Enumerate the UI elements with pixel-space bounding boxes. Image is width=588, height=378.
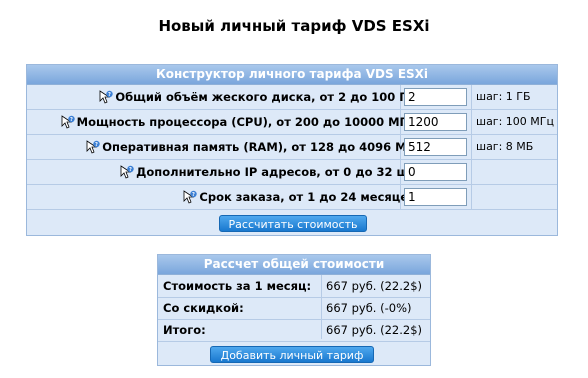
ram-input[interactable]: 512 (404, 138, 467, 156)
ram-row: ? Оперативная память (RAM), от 128 до 40… (27, 135, 557, 159)
svg-text:?: ? (129, 167, 132, 173)
svg-text:?: ? (192, 192, 195, 198)
discount-value: 667 руб. (-0%) (326, 301, 412, 315)
ip-count-input[interactable]: 0 (404, 163, 467, 181)
cpu-label: Мощность процессора (CPU), от 200 до 100… (76, 115, 420, 129)
disk-label: Общий объём жеского диска, от 2 до 100 Г… (115, 90, 420, 104)
help-cursor-icon[interactable]: ? (86, 138, 100, 154)
total-value: 667 руб. (22.2$) (326, 323, 423, 337)
discount-row: Со скидкой: 667 руб. (-0%) (158, 298, 430, 318)
order-term-input[interactable]: 1 (404, 188, 467, 206)
cpu-step: шаг: 100 МГц (476, 115, 554, 128)
cpu-power-input[interactable]: 1200 (404, 113, 467, 131)
help-cursor-icon[interactable]: ? (120, 163, 134, 179)
monthly-cost-row: Стоимость за 1 месяц: 667 руб. (22.2$) (158, 276, 430, 296)
term-label: Срок заказа, от 1 до 24 месяцев: (199, 190, 420, 204)
calculate-cost-button[interactable]: Рассчитать стоимость (219, 215, 367, 232)
cpu-row: ? Мощность процессора (CPU), от 200 до 1… (27, 110, 557, 134)
ip-label: Дополнительно IP адресов, от 0 до 32 шт: (136, 165, 420, 179)
monthly-cost-label: Стоимость за 1 месяц: (163, 279, 312, 293)
svg-text:?: ? (70, 117, 73, 123)
monthly-cost-value: 667 руб. (22.2$) (326, 279, 423, 293)
constructor-header: Конструктор личного тарифа VDS ESXi (27, 65, 557, 85)
disk-row: ? Общий объём жеского диска, от 2 до 100… (27, 85, 557, 109)
ram-label: Оперативная память (RAM), от 128 до 4096… (102, 140, 420, 154)
term-row: ? Срок заказа, от 1 до 24 месяцев: 1 (27, 185, 557, 209)
help-cursor-icon[interactable]: ? (99, 88, 114, 104)
total-label: Итого: (163, 323, 206, 337)
discount-label: Со скидкой: (163, 301, 244, 315)
help-cursor-icon[interactable]: ? (61, 113, 75, 129)
add-personal-tariff-button[interactable]: Добавить личный тариф (210, 346, 374, 363)
disk-step: шаг: 1 ГБ (476, 90, 531, 103)
ip-row: ? Дополнительно IP адресов, от 0 до 32 ш… (27, 160, 557, 184)
summary-header: Рассчет общей стоимости (158, 255, 430, 275)
help-cursor-icon[interactable]: ? (183, 188, 198, 204)
svg-text:?: ? (95, 142, 98, 148)
total-row: Итого: 667 руб. (22.2$) (158, 320, 430, 340)
ram-step: шаг: 8 МБ (476, 140, 534, 153)
page-title: Новый личный тариф VDS ESXi (158, 17, 430, 35)
cost-summary-panel: Рассчет общей стоимости Стоимость за 1 м… (157, 254, 431, 366)
disk-size-input[interactable]: 2 (404, 88, 467, 106)
tariff-constructor-panel: Конструктор личного тарифа VDS ESXi ? Об… (26, 64, 558, 236)
svg-text:?: ? (108, 92, 111, 98)
